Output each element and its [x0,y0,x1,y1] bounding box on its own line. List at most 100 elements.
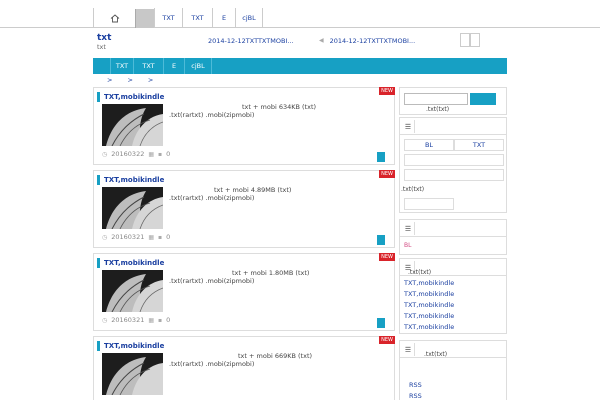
tabs-widget: ☰ BL TXT .txt(txt) [399,117,507,213]
search-input[interactable] [404,93,468,105]
post-summary: txt + mobi 1.80MB (txt) [232,269,310,277]
form-row[interactable] [404,169,504,181]
leaf-image [102,187,163,229]
post-card: NEW TXT,mobikindle txt + mobi 1.80MB (tx… [93,253,395,331]
widget-caption: .txt(txt) [408,269,432,276]
breadcrumb-sep[interactable]: > [107,76,112,84]
header-link-2-wrap: ◀ 2014-12-12TXTTXTMOBI... [319,37,415,45]
list-item[interactable]: TXT,mobikindle [404,278,454,289]
post-title[interactable]: TXT,mobikindle [97,258,164,268]
site-title[interactable]: txt [97,33,111,43]
widget-header: ☰ [400,118,506,135]
form-row[interactable] [404,198,454,210]
category-widget: ☰ BL [399,219,507,255]
tab-caption: .txt(txt) [401,186,425,193]
post-thumbnail[interactable] [102,353,163,395]
menu-item-txt-1[interactable]: TXT [110,58,133,74]
widget-header: ☰ [400,341,506,358]
leaf-image [102,353,163,395]
nav-item-txt-2[interactable]: TXT [182,8,212,28]
post-card: NEW TXT,mobikindle txt + mobi 4.89MB (tx… [93,170,395,248]
folder-icon: ▦ [148,150,155,158]
home-icon [110,13,119,22]
folder-icon: ▦ [148,316,155,324]
list-item[interactable]: TXT,mobikindle [404,322,454,333]
breadcrumb: > > > [107,76,153,84]
list-icon: ☰ [402,120,415,133]
header-box-2[interactable] [470,33,480,47]
post-date: 20160322 [111,150,145,158]
post-title[interactable]: TXT,mobikindle [97,175,164,185]
search-button[interactable] [470,93,496,105]
widget-header: ☰ [400,220,506,237]
post-thumbnail[interactable] [102,104,163,146]
rss-link[interactable]: RSS [409,381,422,389]
tab-bar: BL TXT [404,139,504,151]
clock-icon: ◷ [102,150,108,158]
nav-item-e[interactable]: E [212,8,235,28]
post-summary: txt + mobi 4.89MB (txt) [214,186,292,194]
home-button[interactable] [93,8,135,28]
post-summary: txt + mobi 669KB (txt) [238,352,313,360]
leaf-image [102,270,163,312]
post-meta: ◷ 20160321 ▦ ▪ 0 [102,233,170,241]
new-badge: NEW [379,170,395,178]
post-summary: txt + mobi 634KB (txt) [242,103,317,111]
post-formats: .txt(rartxt) .mobi(zipmobi) [169,277,255,285]
nav-item-txt-1[interactable]: TXT [154,8,182,28]
post-card: NEW TXT,mobikindle txt + mobi 634KB (txt… [93,87,395,165]
arrow-left-icon: ◀ [319,37,324,44]
menu-item-cjbl[interactable]: cjBL [184,58,212,74]
tab-bl[interactable]: BL [404,139,454,151]
header-link-2[interactable]: 2014-12-12TXTTXTMOBI... [330,37,416,45]
post-thumbnail[interactable] [102,270,163,312]
post-meta: ◷ 20160321 ▦ ▪ 0 [102,316,170,324]
header-box-1[interactable] [460,33,470,47]
more-button[interactable] [377,318,385,328]
post-formats: .txt(rartxt) .mobi(zipmobi) [169,360,255,368]
top-nav: TXT TXT E cjBL [0,0,600,28]
form-row[interactable] [404,154,504,166]
post-formats: .txt(rartxt) .mobi(zipmobi) [169,111,255,119]
clock-icon: ◷ [102,233,108,241]
recent-posts-widget: ☰ .txt(txt) TXT,mobikindle TXT,mobikindl… [399,258,507,334]
more-button[interactable] [377,235,385,245]
rss-widget: ☰ .txt(txt) RSS RSS [399,340,507,400]
nav-gray-box[interactable] [135,9,154,28]
folder-icon: ▦ [148,233,155,241]
post-date: 20160321 [111,316,145,324]
list-icon: ☰ [402,343,415,356]
list-icon: ☰ [402,222,415,235]
header-link-1[interactable]: 2014-12-12TXTTXTMOBI... [208,37,294,45]
site-subtitle: txt [97,43,106,51]
breadcrumb-sep[interactable]: > [148,76,153,84]
list-item[interactable]: TXT,mobikindle [404,289,454,300]
menu-item-e[interactable]: E [163,58,184,74]
rss-link[interactable]: RSS [409,392,422,400]
post-formats: .txt(rartxt) .mobi(zipmobi) [169,194,255,202]
post-count: 0 [166,233,171,241]
post-date: 20160321 [111,233,145,241]
menu-item-txt-2[interactable]: TXT [133,58,163,74]
new-badge: NEW [379,336,395,344]
nav-item-cjbl[interactable]: cjBL [235,8,263,28]
post-meta: ◷ 20160322 ▦ ▪ 0 [102,150,170,158]
post-title[interactable]: TXT,mobikindle [97,341,164,351]
new-badge: NEW [379,87,395,95]
post-card: NEW TXT,mobikindle txt + mobi 669KB (txt… [93,336,395,400]
post-count: 0 [166,316,171,324]
list-item[interactable]: TXT,mobikindle [404,311,454,322]
search-widget: .txt(txt) [399,87,507,115]
post-thumbnail[interactable] [102,187,163,229]
tab-txt[interactable]: TXT [454,139,504,151]
more-button[interactable] [377,152,385,162]
category-link[interactable]: BL [404,242,411,249]
post-title[interactable]: TXT,mobikindle [97,92,164,102]
comment-icon: ▪ [158,316,163,324]
list-item[interactable]: TXT,mobikindle [404,300,454,311]
comment-icon: ▪ [158,150,163,158]
recent-list: TXT,mobikindle TXT,mobikindle TXT,mobiki… [404,278,454,333]
breadcrumb-sep[interactable]: > [127,76,132,84]
post-count: 0 [166,150,171,158]
widget-caption: .txt(txt) [424,351,448,358]
